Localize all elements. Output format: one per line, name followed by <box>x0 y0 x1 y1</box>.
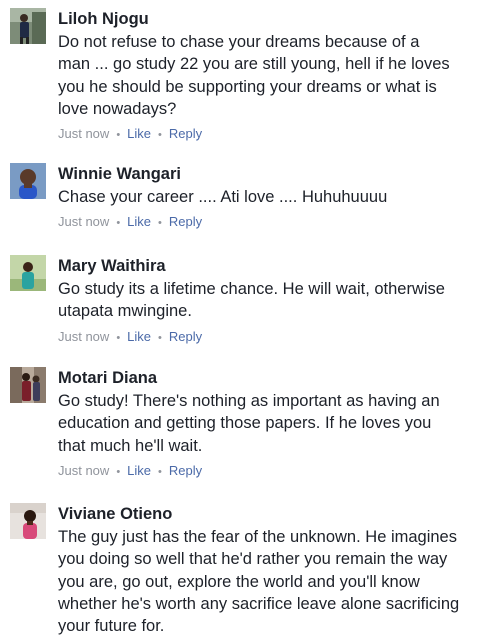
comment-text-line: education and getting those papers. If h… <box>58 414 432 433</box>
comment-text-line: you doing so well that he'd rather you r… <box>58 550 448 569</box>
comment-text-line: you he should be supporting your dreams … <box>58 77 437 96</box>
separator-dot: • <box>158 129 162 142</box>
comment-text: Go study! There's nothing as important a… <box>58 390 480 457</box>
avatar[interactable] <box>10 163 46 199</box>
comment-timestamp: Just now <box>58 328 110 344</box>
comment-text-line: Chase your career .... Ati love .... Huh… <box>58 188 388 206</box>
comment-text-line: Go study! There's nothing as important a… <box>58 392 440 410</box>
avatar[interactable] <box>10 255 46 291</box>
comment-text-line: man ... go study 22 you are still young,… <box>58 55 450 74</box>
reply-button[interactable]: Reply <box>169 329 202 344</box>
comment-text-line: that much he'll wait. <box>58 436 203 455</box>
separator-dot: • <box>158 331 162 344</box>
comment-text: The guy just has the fear of the unknown… <box>58 526 480 637</box>
separator-dot: • <box>158 465 162 478</box>
separator-dot: • <box>116 331 121 344</box>
reply-button[interactable]: Reply <box>169 463 202 478</box>
comment-text-line: Go study its a lifetime chance. He will … <box>58 280 445 298</box>
comment-author[interactable]: Mary Waithira <box>58 255 480 277</box>
separator-dot: • <box>116 465 121 478</box>
like-button[interactable]: Like <box>127 126 151 141</box>
comment-text-line: The guy just has the fear of the unknown… <box>58 528 457 546</box>
comment-meta: Just now • Like • Reply <box>58 462 480 481</box>
comment-text: Chase your career .... Ati love .... Huh… <box>58 186 480 208</box>
comment-text-line: utapata mwingine. <box>58 302 192 321</box>
like-button[interactable]: Like <box>127 329 151 344</box>
separator-dot: • <box>116 217 121 230</box>
separator-dot: • <box>116 129 121 142</box>
comment-timestamp: Just now <box>58 214 110 230</box>
reply-button[interactable]: Reply <box>169 126 202 141</box>
like-button[interactable]: Like <box>127 463 151 478</box>
comment-meta: Just now • Like • Reply <box>58 125 480 144</box>
comment-meta: Just now • Like • Reply <box>58 328 480 347</box>
avatar[interactable] <box>10 503 46 539</box>
comment-text-line: love nowadays? <box>58 99 177 118</box>
avatar[interactable] <box>10 8 46 44</box>
comment-text-line: whether he's worth any sacrifice leave a… <box>58 594 460 613</box>
reply-button[interactable]: Reply <box>169 214 202 229</box>
separator-dot: • <box>158 217 162 230</box>
comment-text: Go study its a lifetime chance. He will … <box>58 278 480 323</box>
comment-text-line: Do not refuse to chase your dreams becau… <box>58 33 420 51</box>
comment-author[interactable]: Viviane Otieno <box>58 503 480 525</box>
comment-text: Do not refuse to chase your dreams becau… <box>58 31 480 120</box>
comment-timestamp: Just now <box>58 462 110 478</box>
comment-author[interactable]: Liloh Njogu <box>58 8 480 30</box>
comment-timestamp: Just now <box>58 126 110 142</box>
like-button[interactable]: Like <box>127 214 151 229</box>
comment-text-line: your future for. <box>58 617 165 636</box>
avatar[interactable] <box>10 367 46 403</box>
comment-author[interactable]: Winnie Wangari <box>58 163 480 185</box>
comment-text-line: you are, go out, explore the world and y… <box>58 572 420 591</box>
comment-author[interactable]: Motari Diana <box>58 367 480 389</box>
comment-meta: Just now • Like • Reply <box>58 213 480 232</box>
